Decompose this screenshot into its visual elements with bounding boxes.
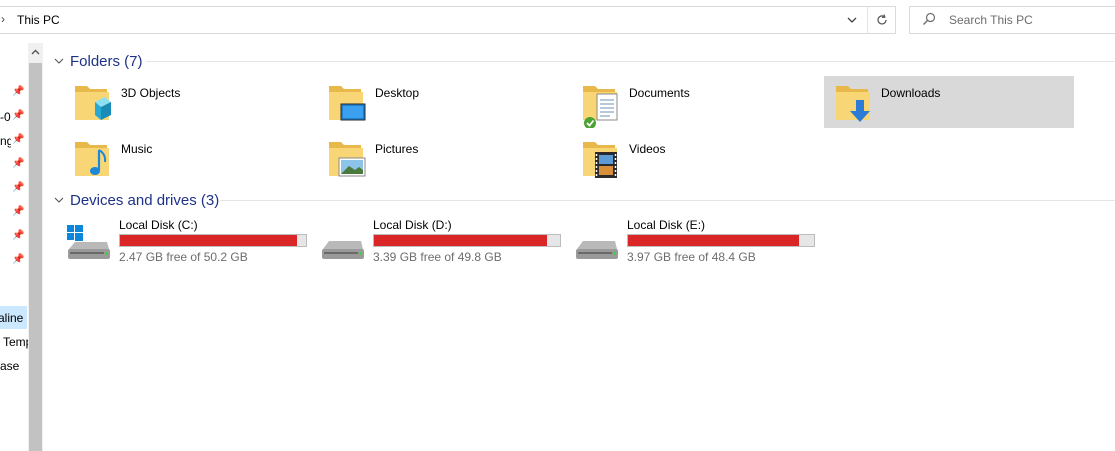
- pin-icon: 📌: [12, 134, 25, 145]
- scrollbar-thumb[interactable]: [29, 63, 42, 451]
- group-divider: [146, 61, 1115, 62]
- drive-name: Local Disk (E:): [627, 218, 706, 232]
- nav-item-label[interactable]: Temp: [3, 335, 28, 349]
- pin-icon: 📌: [12, 230, 25, 241]
- drive-usage-bar: [627, 234, 815, 247]
- folder-label: Desktop: [375, 86, 420, 100]
- nav-item-label[interactable]: ng: [0, 134, 11, 148]
- pin-icon: 📌: [12, 254, 25, 265]
- refresh-icon[interactable]: [867, 7, 895, 33]
- folder-tile-pictures[interactable]: Pictures: [311, 132, 561, 184]
- documents-icon: [581, 80, 621, 129]
- pin-icon: 📌: [12, 158, 25, 169]
- folders-group-title: Folders (7): [70, 52, 143, 70]
- folder-tile-music[interactable]: Music: [57, 132, 307, 184]
- folder-tile-downloads[interactable]: Downloads: [824, 76, 1074, 128]
- folder-tile-videos[interactable]: Videos: [565, 132, 815, 184]
- group-divider: [220, 200, 1115, 201]
- chevron-down-icon[interactable]: [54, 194, 66, 206]
- 3d-objects-icon: [73, 80, 113, 124]
- folder-label: Documents: [629, 86, 690, 100]
- pin-icon: 📌: [12, 110, 25, 121]
- chevron-down-icon[interactable]: [54, 55, 66, 67]
- drive-tile-c[interactable]: Local Disk (C:) 2.47 GB free of 50.2 GB: [55, 217, 307, 269]
- chevron-right-icon[interactable]: ›: [1, 12, 5, 26]
- nav-item-label[interactable]: aline: [0, 311, 24, 325]
- folder-label: Downloads: [881, 86, 941, 100]
- pin-icon: 📌: [12, 182, 25, 193]
- drives-group-title: Devices and drives (3): [70, 191, 220, 209]
- downloads-icon: [834, 80, 874, 124]
- search-placeholder: Search This PC: [949, 13, 1033, 27]
- drive-usage-fill: [374, 235, 547, 246]
- folder-label: Videos: [629, 142, 666, 156]
- pictures-icon: [327, 136, 367, 180]
- scroll-up-icon[interactable]: [28, 43, 43, 61]
- drive-name: Local Disk (D:): [373, 218, 452, 232]
- folder-tile-3d-objects[interactable]: 3D Objects: [57, 76, 307, 128]
- folder-tile-documents[interactable]: Documents: [565, 76, 815, 129]
- search-icon: [922, 12, 936, 29]
- nav-scrollbar[interactable]: [28, 43, 43, 451]
- drive-free-space: 3.97 GB free of 48.4 GB: [627, 250, 756, 264]
- address-path[interactable]: This PC: [17, 13, 60, 27]
- videos-icon: [581, 136, 621, 180]
- nav-item-label[interactable]: ase: [0, 359, 26, 373]
- folder-label: Pictures: [375, 142, 419, 156]
- music-icon: [73, 136, 113, 180]
- drive-usage-fill: [628, 235, 800, 246]
- chevron-down-icon[interactable]: [842, 7, 862, 33]
- drive-name: Local Disk (C:): [119, 218, 198, 232]
- pin-icon: 📌: [12, 86, 25, 97]
- folder-label: 3D Objects: [121, 86, 181, 100]
- drive-tile-d[interactable]: Local Disk (D:) 3.39 GB free of 49.8 GB: [309, 217, 561, 269]
- drive-usage-bar: [119, 234, 307, 247]
- drives-group-header[interactable]: Devices and drives (3): [54, 190, 219, 210]
- folder-label: Music: [121, 142, 153, 156]
- hard-drive-icon: [319, 225, 365, 263]
- folders-group-header[interactable]: Folders (7): [54, 51, 143, 71]
- windows-drive-icon: [65, 224, 111, 263]
- hard-drive-icon: [573, 225, 619, 263]
- address-row: › This PC Search This PC: [0, 0, 1115, 40]
- folder-tile-desktop[interactable]: Desktop: [311, 76, 561, 128]
- drive-free-space: 3.39 GB free of 49.8 GB: [373, 250, 502, 264]
- navigation-pane: 📌 -0 📌 ng 📌 📌 📌 📌 📌 📌 aline Temp ase: [0, 40, 44, 451]
- drive-tile-e[interactable]: Local Disk (E:) 3.97 GB free of 48.4 GB: [563, 217, 815, 269]
- drive-free-space: 2.47 GB free of 50.2 GB: [119, 250, 248, 264]
- drive-usage-bar: [373, 234, 561, 247]
- address-bar[interactable]: › This PC: [0, 6, 896, 34]
- nav-item-label[interactable]: -0: [0, 110, 12, 124]
- pin-icon: 📌: [12, 206, 25, 217]
- search-input[interactable]: Search This PC: [909, 6, 1115, 34]
- drive-usage-fill: [120, 235, 297, 246]
- desktop-icon: [327, 80, 367, 124]
